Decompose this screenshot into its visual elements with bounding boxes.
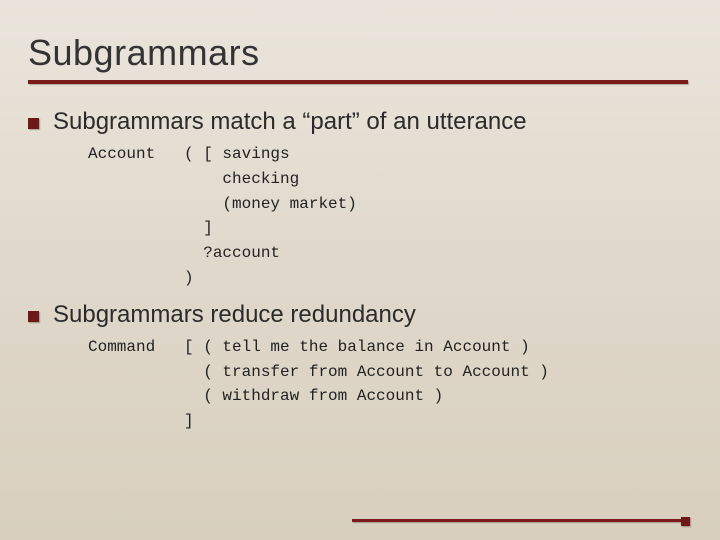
footer-square-icon [681,517,690,526]
code-block: Account ( [ savings checking (money mark… [88,142,692,291]
code-block: Command [ ( tell me the balance in Accou… [88,335,692,434]
title-underline [28,80,688,84]
bullet-text: Subgrammars match a “part” of an utteran… [53,108,527,136]
footer-underline [352,519,682,522]
slide-title: Subgrammars [28,32,692,74]
bullet-item: Subgrammars reduce redundancy [28,301,692,329]
bullet-square-icon [28,311,39,322]
slide: Subgrammars Subgrammars match a “part” o… [0,0,720,540]
bullet-item: Subgrammars match a “part” of an utteran… [28,108,692,136]
slide-body: Subgrammars match a “part” of an utteran… [28,108,692,434]
bullet-text: Subgrammars reduce redundancy [53,301,416,329]
bullet-square-icon [28,118,39,129]
